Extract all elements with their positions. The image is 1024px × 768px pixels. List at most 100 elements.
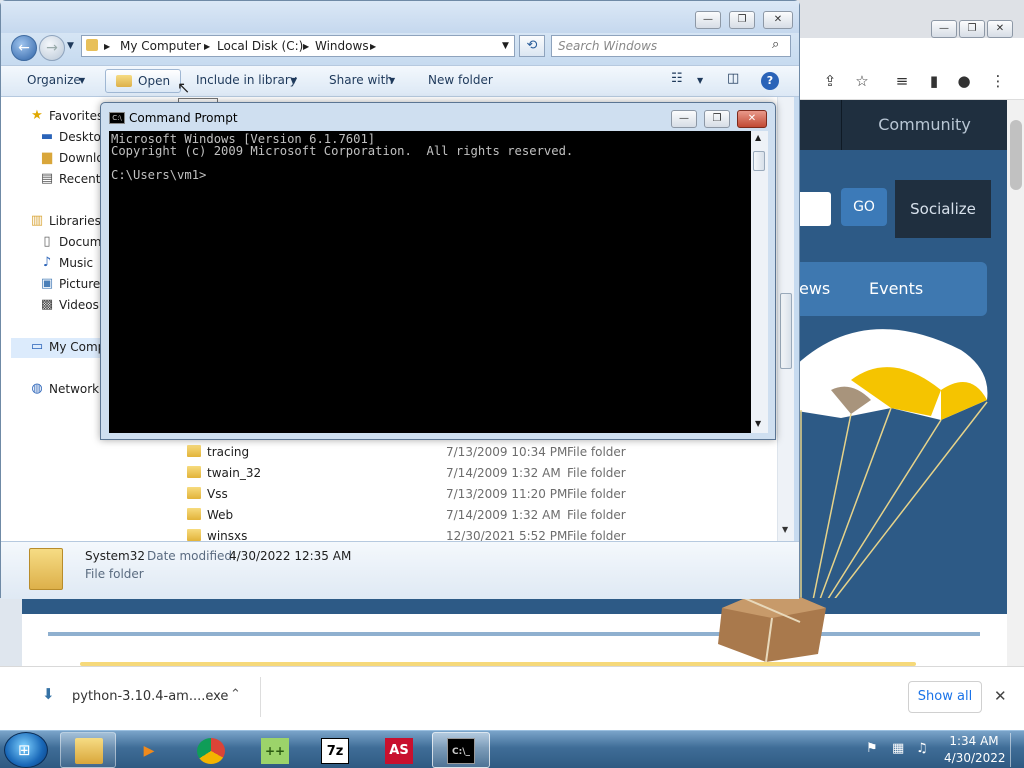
socialize-link[interactable]: Socialize: [895, 180, 991, 238]
preview-pane-icon[interactable]: ◫: [727, 71, 739, 86]
show-all-button[interactable]: Show all: [908, 681, 982, 713]
clock-date[interactable]: 4/30/2022: [944, 751, 1006, 765]
history-chevron-down-icon[interactable]: ▼: [67, 41, 74, 51]
volume-icon[interactable]: ♫: [916, 741, 928, 756]
help-icon[interactable]: ?: [761, 72, 779, 90]
cmd-titlebar[interactable]: C:\ Command Prompt — ❐ ✕: [101, 103, 775, 131]
download-bar: ⬇ python-3.10.4-am....exe ⌃ Show all ✕: [0, 666, 1024, 730]
scroll-up-arrow-icon[interactable]: ▲: [755, 133, 761, 142]
notepad-plus-plus-icon: ++: [261, 738, 289, 764]
table-row[interactable]: Vss 7/13/2009 11:20 PM File folder: [167, 484, 777, 505]
more-menu-icon[interactable]: ⋮: [987, 70, 1009, 92]
side-panel-icon[interactable]: ▮: [923, 70, 945, 92]
command-prompt-icon: C:\_: [447, 738, 475, 764]
folder-icon: [187, 529, 201, 541]
nav-community-link[interactable]: Community: [841, 100, 1007, 150]
cmd-maximize-button[interactable]: ❐: [704, 110, 730, 128]
downloads-folder-icon: ▆: [42, 150, 52, 165]
menu-news-link[interactable]: ews: [799, 262, 849, 316]
explorer-titlebar: — ❐ ✕: [1, 1, 799, 33]
browser-maximize-button[interactable]: ❐: [959, 20, 985, 38]
scroll-down-arrow-icon[interactable]: ▼: [782, 525, 788, 534]
taskbar-file-explorer[interactable]: [60, 732, 116, 768]
show-desktop-button[interactable]: [1010, 733, 1022, 767]
cmd-scrollbar[interactable]: ▲ ▼: [751, 131, 768, 433]
taskbar-notepad-plus-plus[interactable]: ++: [246, 732, 302, 768]
browser-close-button[interactable]: ✕: [987, 20, 1013, 38]
address-bar[interactable]: ▶ My Computer ▶ Local Disk (C:) ▶ Window…: [81, 35, 515, 57]
chevron-down-icon: ▼: [291, 76, 298, 85]
share-icon[interactable]: ⇪: [819, 70, 841, 92]
console-line: Copyright (c) 2009 Microsoft Corporation…: [111, 144, 574, 158]
search-icon[interactable]: ⌕: [772, 37, 779, 52]
taskbar-chrome[interactable]: [182, 732, 238, 768]
address-dropdown-icon[interactable]: ▼: [502, 41, 509, 51]
chevron-down-icon[interactable]: ▼: [697, 76, 703, 85]
breadcrumb-local-disk[interactable]: Local Disk (C:): [217, 39, 303, 53]
table-row[interactable]: Web 7/14/2009 1:32 AM File folder: [167, 505, 777, 526]
breadcrumb-windows[interactable]: Windows: [315, 39, 369, 53]
divider: [48, 632, 980, 636]
reading-list-icon[interactable]: ≡: [891, 70, 913, 92]
include-in-library-button[interactable]: Include in library: [196, 73, 297, 87]
close-icon[interactable]: ✕: [994, 687, 1007, 705]
forward-arrow-icon[interactable]: →: [39, 35, 65, 61]
explorer-minimize-button[interactable]: —: [695, 11, 721, 29]
breadcrumb-my-computer[interactable]: My Computer: [120, 39, 201, 53]
explorer-maximize-button[interactable]: ❐: [729, 11, 755, 29]
explorer-close-button[interactable]: ✕: [763, 11, 793, 29]
table-row[interactable]: twain_32 7/14/2009 1:32 AM File folder: [167, 463, 777, 484]
clock-time[interactable]: 1:34 AM: [948, 734, 1000, 748]
star-icon: ★: [31, 108, 43, 123]
browser-scrollbar-thumb[interactable]: [1010, 120, 1022, 190]
taskbar-anime-studio[interactable]: AS: [370, 732, 426, 768]
table-row[interactable]: winsxs 12/30/2021 5:52 PM File folder: [167, 526, 777, 541]
organize-button[interactable]: Organize: [27, 73, 81, 87]
back-arrow-icon[interactable]: ←: [11, 35, 37, 61]
scroll-down-arrow-icon[interactable]: ▼: [755, 419, 761, 428]
bookmark-star-icon[interactable]: ☆: [851, 70, 873, 92]
recent-places-icon: ▤: [40, 171, 54, 186]
windows-logo-icon: ⊞: [18, 741, 31, 759]
details-name: System32: [85, 549, 146, 563]
refresh-icon[interactable]: ⟲: [519, 35, 545, 57]
download-options-chevron-icon[interactable]: ⌃: [230, 687, 241, 702]
breadcrumb-separator-icon[interactable]: ▶: [303, 42, 309, 51]
download-filename[interactable]: python-3.10.4-am....exe: [72, 689, 228, 704]
view-options-icon[interactable]: ☷: [671, 71, 683, 86]
cmd-scrollbar-thumb[interactable]: [753, 151, 765, 171]
browser-scrollbar[interactable]: [1007, 100, 1024, 666]
taskbar-7zip[interactable]: 7z: [306, 732, 362, 768]
go-button[interactable]: GO: [841, 188, 887, 226]
cmd-title: Command Prompt: [129, 111, 238, 125]
browser-minimize-button[interactable]: —: [931, 20, 957, 38]
open-button[interactable]: Open: [105, 69, 181, 93]
open-button-label: Open: [138, 74, 171, 88]
network-tray-icon[interactable]: ▦: [892, 741, 904, 756]
start-button[interactable]: ⊞: [4, 732, 48, 768]
new-folder-button[interactable]: New folder: [428, 73, 493, 87]
breadcrumb-separator-icon: ▶: [104, 42, 111, 51]
command-bar: Organize ▼ Open ↖ Include in library ▼ S…: [1, 65, 799, 97]
cmd-minimize-button[interactable]: —: [671, 110, 697, 128]
cmd-close-button[interactable]: ✕: [737, 110, 767, 128]
file-list-scrollbar[interactable]: ▼: [777, 97, 794, 541]
action-center-flag-icon[interactable]: ⚑: [866, 741, 878, 756]
menu-events-link[interactable]: Events: [869, 262, 939, 316]
breadcrumb-separator-icon[interactable]: ▶: [370, 42, 376, 51]
python-installer-icon: ⬇: [42, 685, 55, 703]
search-input[interactable]: Search Windows ⌕: [551, 35, 791, 57]
command-prompt-window: C:\ Command Prompt — ❐ ✕ Microsoft Windo…: [100, 102, 776, 440]
details-date-label: Date modified:: [147, 549, 237, 563]
site-menu-bar: ews Events: [791, 262, 987, 316]
taskbar-command-prompt[interactable]: C:\_: [432, 732, 490, 768]
file-list-scrollbar-thumb[interactable]: [780, 293, 792, 369]
folder-icon: [187, 508, 201, 520]
share-with-button[interactable]: Share with: [329, 73, 393, 87]
file-explorer-icon: [75, 738, 103, 764]
breadcrumb-separator-icon[interactable]: ▶: [204, 42, 210, 51]
profile-avatar-icon[interactable]: ●: [953, 70, 975, 92]
taskbar-media-player[interactable]: ▶: [120, 732, 176, 768]
cmd-console-output[interactable]: Microsoft Windows [Version 6.1.7601] Copy…: [109, 131, 751, 433]
table-row[interactable]: tracing 7/13/2009 10:34 PM File folder: [167, 442, 777, 463]
